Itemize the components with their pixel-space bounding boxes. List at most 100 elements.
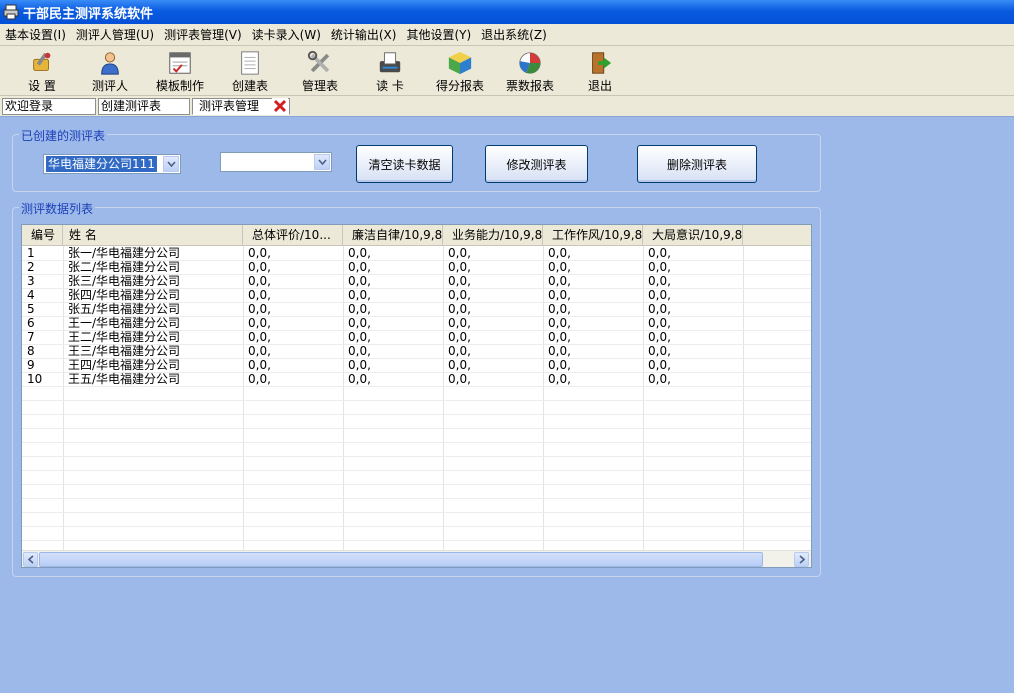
column-header-overall[interactable]: 总体评价/10...: [243, 225, 343, 245]
cell-work-style: 0,0,: [548, 274, 571, 288]
menu-basic-settings[interactable]: 基本设置(I): [0, 26, 71, 43]
cell-name: 张三/华电福建分公司: [68, 274, 181, 288]
table-row[interactable]: 2 张二/华电福建分公司 0,0, 0,0, 0,0, 0,0, 0,0,: [22, 260, 811, 274]
table-row[interactable]: 7 王二/华电福建分公司 0,0, 0,0, 0,0, 0,0, 0,0,: [22, 330, 811, 344]
cell-integrity: 0,0,: [348, 260, 371, 274]
cell-integrity: 0,0,: [348, 288, 371, 302]
column-header-overall-awareness[interactable]: 大局意识/10,9,8: [643, 225, 743, 245]
cell-overall: 0,0,: [248, 260, 271, 274]
cell-overall: 0,0,: [248, 288, 271, 302]
cell-overall-awareness: 0,0,: [648, 274, 671, 288]
create-table-button[interactable]: 创建表: [218, 50, 282, 94]
toolbar: 设 置 测评人 模板制作 创建表 管理表 读 卡 得分报表 票数报表 退出: [0, 46, 1014, 96]
secondary-select[interactable]: [220, 152, 332, 172]
evaluator-button[interactable]: 测评人: [78, 50, 142, 94]
table-row[interactable]: 9 王四/华电福建分公司 0,0, 0,0, 0,0, 0,0, 0,0,: [22, 358, 811, 372]
table-row[interactable]: 1 张一/华电福建分公司 0,0, 0,0, 0,0, 0,0, 0,0,: [22, 246, 811, 260]
chevron-left-icon: [27, 555, 34, 564]
cell-work-style: 0,0,: [548, 288, 571, 302]
tab-strip: 欢迎登录 创建测评表 测评表管理: [0, 96, 1014, 117]
created-forms-title: 已创建的测评表: [19, 127, 108, 144]
table-row[interactable]: 10 王五/华电福建分公司 0,0, 0,0, 0,0, 0,0, 0,0,: [22, 372, 811, 386]
chevron-down-icon[interactable]: [314, 154, 330, 170]
column-header-work-style[interactable]: 工作作风/10,9,8: [543, 225, 643, 245]
cell-overall-awareness: 0,0,: [648, 302, 671, 316]
column-header-integrity[interactable]: 廉洁自律/10,9,8: [343, 225, 443, 245]
delete-form-button[interactable]: 删除测评表: [637, 145, 757, 183]
cell-work-style: 0,0,: [548, 344, 571, 358]
cell-work-style: 0,0,: [548, 316, 571, 330]
cell-integrity: 0,0,: [348, 330, 371, 344]
vote-report-button[interactable]: 票数报表: [498, 50, 562, 94]
evaluation-data-grid[interactable]: 编号 姓 名 总体评价/10... 廉洁自律/10,9,8 业务能力/10,9,…: [21, 224, 812, 568]
cell-name: 王四/华电福建分公司: [68, 358, 181, 372]
cell-work-style: 0,0,: [548, 358, 571, 372]
manage-tools-icon: [307, 50, 330, 73]
template-button[interactable]: 模板制作: [148, 50, 212, 94]
menu-card-entry[interactable]: 读卡录入(W): [247, 26, 326, 43]
cell-name: 张五/华电福建分公司: [68, 302, 181, 316]
cell-number: 5: [27, 302, 35, 316]
cell-work-style: 0,0,: [548, 330, 571, 344]
clear-card-data-button[interactable]: 清空读卡数据: [356, 145, 453, 183]
close-tab-icon[interactable]: [272, 98, 288, 114]
cell-overall: 0,0,: [248, 358, 271, 372]
table-row[interactable]: 4 张四/华电福建分公司 0,0, 0,0, 0,0, 0,0, 0,0,: [22, 288, 811, 302]
cell-name: 王二/华电福建分公司: [68, 330, 181, 344]
tab-create-form[interactable]: 创建测评表: [98, 98, 190, 115]
settings-button[interactable]: 设 置: [10, 50, 74, 94]
horizontal-scrollbar[interactable]: [22, 550, 811, 567]
cell-ability: 0,0,: [448, 246, 471, 260]
cell-name: 张四/华电福建分公司: [68, 288, 181, 302]
cell-overall-awareness: 0,0,: [648, 246, 671, 260]
column-header-number[interactable]: 编号: [22, 225, 63, 245]
cell-number: 2: [27, 260, 35, 274]
read-card-button[interactable]: 读 卡: [358, 50, 422, 94]
scroll-right-button[interactable]: [794, 552, 809, 567]
cell-number: 10: [27, 372, 43, 386]
cell-work-style: 0,0,: [548, 372, 571, 386]
modify-form-button[interactable]: 修改测评表: [485, 145, 588, 183]
cell-integrity: 0,0,: [348, 358, 371, 372]
table-row[interactable]: 3 张三/华电福建分公司 0,0, 0,0, 0,0, 0,0, 0,0,: [22, 274, 811, 288]
create-table-icon: [241, 51, 259, 75]
cell-number: 1: [27, 246, 35, 260]
scroll-left-button[interactable]: [23, 552, 38, 567]
scrollbar-thumb[interactable]: [39, 552, 763, 567]
person-icon: [101, 52, 119, 75]
cell-name: 王五/华电福建分公司: [68, 372, 181, 386]
cell-ability: 0,0,: [448, 344, 471, 358]
cell-overall: 0,0,: [248, 316, 271, 330]
cell-work-style: 0,0,: [548, 302, 571, 316]
cell-ability: 0,0,: [448, 316, 471, 330]
menu-bar: 基本设置(I) 测评人管理(U) 测评表管理(V) 读卡录入(W) 统计输出(X…: [0, 24, 1014, 46]
menu-statistics-output[interactable]: 统计输出(X): [326, 26, 402, 43]
menu-form-management[interactable]: 测评表管理(V): [159, 26, 247, 43]
exit-button[interactable]: 退出: [568, 50, 632, 94]
cell-overall: 0,0,: [248, 246, 271, 260]
cell-number: 6: [27, 316, 35, 330]
chevron-down-icon[interactable]: [163, 156, 179, 172]
menu-evaluator-management[interactable]: 测评人管理(U): [71, 26, 159, 43]
column-header-ability[interactable]: 业务能力/10,9,8: [443, 225, 543, 245]
window-title: 干部民主测评系统软件: [23, 6, 154, 22]
menu-exit-system[interactable]: 退出系统(Z): [476, 26, 552, 43]
settings-tools-icon: [33, 52, 51, 71]
table-row[interactable]: 5 张五/华电福建分公司 0,0, 0,0, 0,0, 0,0, 0,0,: [22, 302, 811, 316]
card-reader-icon: [379, 52, 401, 73]
tab-welcome-login[interactable]: 欢迎登录: [2, 98, 96, 115]
column-header-name[interactable]: 姓 名: [63, 225, 243, 245]
grid-header: 编号 姓 名 总体评价/10... 廉洁自律/10,9,8 业务能力/10,9,…: [22, 225, 811, 246]
table-row[interactable]: 8 王三/华电福建分公司 0,0, 0,0, 0,0, 0,0, 0,0,: [22, 344, 811, 358]
cell-integrity: 0,0,: [348, 302, 371, 316]
menu-other-settings[interactable]: 其他设置(Y): [401, 26, 476, 43]
cell-ability: 0,0,: [448, 260, 471, 274]
cell-ability: 0,0,: [448, 330, 471, 344]
form-select[interactable]: 华电福建分公司111: [43, 154, 181, 174]
score-report-button[interactable]: 得分报表: [428, 50, 492, 94]
chevron-right-icon: [798, 555, 805, 564]
printer-icon: [3, 4, 19, 20]
manage-table-button[interactable]: 管理表: [288, 50, 352, 94]
table-row[interactable]: 6 王一/华电福建分公司 0,0, 0,0, 0,0, 0,0, 0,0,: [22, 316, 811, 330]
cell-ability: 0,0,: [448, 288, 471, 302]
